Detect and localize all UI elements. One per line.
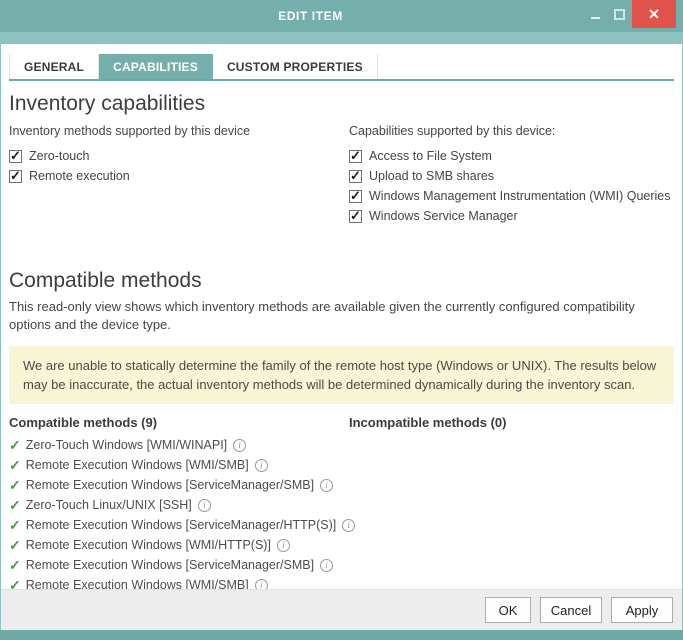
info-icon[interactable]: i <box>277 539 290 552</box>
compatible-methods-header: Compatible methods (9) <box>9 415 345 435</box>
checkbox-windows-service-manager[interactable]: Windows Service Manager <box>349 206 676 226</box>
inventory-methods-label: Inventory methods supported by this devi… <box>9 122 341 146</box>
checkbox-access-file-system[interactable]: Access to File System <box>349 146 676 166</box>
checkbox-icon <box>349 190 362 203</box>
checkbox-icon <box>349 170 362 183</box>
check-icon: ✓ <box>9 537 21 554</box>
window-border-left <box>0 44 1 630</box>
device-capabilities-column: Capabilities supported by this device: A… <box>349 122 676 226</box>
checkbox-upload-smb[interactable]: Upload to SMB shares <box>349 166 676 186</box>
minimize-icon <box>591 17 600 19</box>
window-controls: ✕ <box>584 0 683 32</box>
titlebar-accent-strip <box>0 32 683 44</box>
info-icon[interactable]: i <box>320 479 333 492</box>
checkbox-remote-execution[interactable]: Remote execution <box>9 166 341 186</box>
check-icon: ✓ <box>9 497 21 514</box>
incompatible-methods-column: Incompatible methods (0) <box>349 415 676 435</box>
method-item: ✓ Remote Execution Windows [ServiceManag… <box>9 475 345 495</box>
dialog-footer: OK Cancel Apply <box>1 589 682 630</box>
inventory-methods-column: Inventory methods supported by this devi… <box>9 122 341 186</box>
close-icon: ✕ <box>648 6 660 23</box>
maximize-button[interactable] <box>606 0 632 28</box>
tab-custom-properties[interactable]: CUSTOM PROPERTIES <box>213 54 378 79</box>
check-icon: ✓ <box>9 457 21 474</box>
method-item: ✓ Zero-Touch Linux/UNIX [SSH] i <box>9 495 345 515</box>
compatible-methods-column: Compatible methods (9) ✓ Zero-Touch Wind… <box>9 415 345 615</box>
window-title: EDIT ITEM <box>0 0 621 32</box>
check-icon: ✓ <box>9 437 21 454</box>
info-icon[interactable]: i <box>255 459 268 472</box>
dialog-content: GENERAL CAPABILITIES CUSTOM PROPERTIES I… <box>1 44 682 589</box>
check-icon: ✓ <box>9 477 21 494</box>
compatible-methods-heading: Compatible methods <box>9 269 674 293</box>
compatible-methods-description: This read-only view shows which inventor… <box>9 298 674 334</box>
edit-item-dialog: EDIT ITEM ✕ GENERAL CAPABILITIES CUSTOM … <box>0 0 683 640</box>
titlebar[interactable]: EDIT ITEM ✕ <box>0 0 683 32</box>
checkbox-wmi-queries[interactable]: Windows Management Instrumentation (WMI)… <box>349 186 676 206</box>
check-icon: ✓ <box>9 557 21 574</box>
method-item: ✓ Remote Execution Windows [WMI/HTTP(S)]… <box>9 535 345 555</box>
info-icon[interactable]: i <box>342 519 355 532</box>
tab-bar: GENERAL CAPABILITIES CUSTOM PROPERTIES <box>9 54 674 81</box>
check-icon: ✓ <box>9 517 21 534</box>
apply-button[interactable]: Apply <box>611 597 673 623</box>
info-icon[interactable]: i <box>320 559 333 572</box>
inventory-capabilities-heading: Inventory capabilities <box>9 92 674 116</box>
tab-general[interactable]: GENERAL <box>9 54 99 79</box>
close-button[interactable]: ✕ <box>632 0 676 28</box>
checkbox-icon <box>9 170 22 183</box>
method-item: ✓ Remote Execution Windows [ServiceManag… <box>9 515 345 535</box>
cancel-button[interactable]: Cancel <box>540 597 602 623</box>
checkbox-zero-touch[interactable]: Zero-touch <box>9 146 341 166</box>
info-icon[interactable]: i <box>233 439 246 452</box>
device-capabilities-label: Capabilities supported by this device: <box>349 122 676 146</box>
checkbox-icon <box>9 150 22 163</box>
method-item: ✓ Remote Execution Windows [ServiceManag… <box>9 555 345 575</box>
minimize-button[interactable] <box>584 0 606 28</box>
maximize-icon <box>614 9 625 20</box>
bottom-accent-bar <box>0 630 683 640</box>
incompatible-methods-header: Incompatible methods (0) <box>349 415 676 435</box>
checkbox-icon <box>349 210 362 223</box>
method-item: ✓ Zero-Touch Windows [WMI/WINAPI] i <box>9 435 345 455</box>
tab-capabilities[interactable]: CAPABILITIES <box>99 54 213 79</box>
method-item: ✓ Remote Execution Windows [WMI/SMB] i <box>9 455 345 475</box>
methods-columns: Compatible methods (9) ✓ Zero-Touch Wind… <box>1 415 682 615</box>
checkbox-icon <box>349 150 362 163</box>
inventory-columns: Inventory methods supported by this devi… <box>1 122 682 258</box>
warning-banner: We are unable to statically determine th… <box>9 346 674 404</box>
ok-button[interactable]: OK <box>485 597 531 623</box>
info-icon[interactable]: i <box>198 499 211 512</box>
